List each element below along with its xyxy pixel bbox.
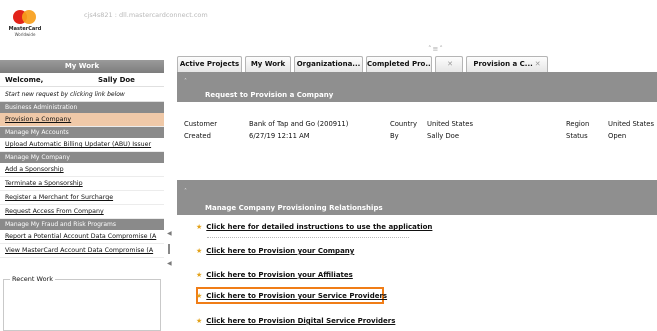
relationships-section-header[interactable]: ˄ Manage Company Provisioning Relationsh… [177, 180, 657, 215]
mastercard-logo: MasterCard Worldwide [6, 8, 44, 37]
link-provision-digital-service-providers[interactable]: ★ Click here to Provision Digital Service… [196, 317, 395, 325]
link-text[interactable]: Click here to Provision your Affiliates [206, 271, 353, 279]
link-provision-affiliates[interactable]: ★ Click here to Provision your Affiliates [196, 271, 353, 279]
region-label: Region [566, 120, 590, 128]
sidebar-item-add-sponsorship[interactable]: Add a Sponsorship [0, 163, 164, 177]
sidebar-item-request-access[interactable]: Request Access From Company [0, 205, 164, 219]
region-value: United States [608, 120, 655, 128]
by-label: By [390, 132, 399, 140]
link-provision-service-providers[interactable]: ★ Click here to Provision your Service Pr… [196, 292, 387, 300]
main-content: ˄ Request to Provision a Company Custome… [177, 72, 657, 331]
tab-bar: Active Projects My Work Organizationa...… [177, 56, 548, 72]
recent-work-box: Recent Work [3, 275, 161, 331]
status-label: Status [566, 132, 588, 140]
sidebar-item-view-adc[interactable]: View MasterCard Account Data Compromise … [0, 244, 164, 258]
sidebar-item-upload-abu-issuer[interactable]: Upload Automatic Billing Updater (ABU) I… [0, 138, 164, 152]
star-icon: ★ [196, 223, 203, 231]
created-value: 6/27/19 12:11 AM [249, 132, 310, 140]
link-instructions[interactable]: ★ Click here for detailed instructions to… [196, 223, 432, 231]
tab-provision-company[interactable]: Provision a C... ✕ [466, 56, 548, 72]
country-label: Country [390, 120, 418, 128]
link-provision-company[interactable]: ★ Click here to Provision your Company [196, 247, 354, 255]
section-manage-company: Manage My Company [0, 152, 164, 163]
chevron-up-icon[interactable]: ˄ [184, 188, 187, 195]
close-icon[interactable]: ✕ [535, 60, 541, 68]
by-value: Sally Doe [427, 132, 460, 140]
panel-resize-handle-icon[interactable]: ˄≡˄ [428, 45, 444, 53]
my-work-header: My Work [0, 60, 164, 73]
tab-label: Organizationa... [296, 60, 361, 68]
section-business-administration: Business Administration [0, 102, 164, 113]
created-label: Created [184, 132, 211, 140]
user-name: Sally Doe [98, 76, 135, 84]
host-label: cjs4s821 : dll.mastercardconnect.com [84, 11, 208, 19]
link-text[interactable]: Click here to Provision your Company [206, 247, 354, 255]
sidebar-item-terminate-sponsorship[interactable]: Terminate a Sponsorship [0, 177, 164, 191]
close-icon[interactable]: ✕ [447, 60, 453, 68]
sidebar-item-provision-company[interactable]: Provision a Company [0, 113, 164, 127]
tab-active-projects[interactable]: Active Projects [177, 56, 242, 72]
tab-label: Provision a C... [473, 60, 533, 68]
link-text[interactable]: Click here to Provision Digital Service … [206, 317, 395, 325]
relationships-section-title: Manage Company Provisioning Relationship… [205, 204, 383, 212]
start-request-hint: Start new request by clicking link below [0, 87, 164, 102]
welcome-label: Welcome, [5, 76, 44, 84]
collapse-left-arrow-icon-2[interactable]: ◀ [167, 260, 172, 267]
section-manage-accounts: Manage My Accounts [0, 127, 164, 138]
recent-work-label: Recent Work [10, 275, 55, 283]
request-section-header[interactable]: ˄ Request to Provision a Company [177, 72, 657, 102]
tab-label: Completed Pro... [367, 60, 432, 68]
sidebar-item-report-adc[interactable]: Report a Potential Account Data Compromi… [0, 230, 164, 244]
dotted-divider [207, 237, 409, 238]
my-work-panel: My Work Welcome, Sally Doe Start new req… [0, 60, 164, 331]
section-fraud-risk: Manage My Fraud and Risk Programs [0, 219, 164, 230]
collapse-left-arrow-icon[interactable]: ◀ [167, 230, 172, 237]
chevron-up-icon[interactable]: ˄ [184, 78, 187, 85]
customer-label: Customer [184, 120, 218, 128]
logo-orange-circle [22, 10, 36, 24]
link-text[interactable]: Click here to Provision your Service Pro… [206, 292, 387, 300]
status-value: Open [608, 132, 627, 140]
tab-completed-projects[interactable]: Completed Pro... [366, 56, 432, 72]
sidebar-item-register-merchant-surcharge[interactable]: Register a Merchant for Surcharge [0, 191, 164, 205]
country-value: United States [427, 120, 474, 128]
tab-label: Active Projects [179, 60, 240, 68]
welcome-row: Welcome, Sally Doe [0, 73, 164, 87]
splitter-handle[interactable] [168, 244, 170, 254]
star-icon: ★ [196, 292, 203, 300]
star-icon: ★ [196, 271, 203, 279]
customer-value: Bank of Tap and Go (200911) [249, 120, 349, 128]
tab-my-work[interactable]: My Work [245, 56, 291, 72]
tab-blank[interactable]: ✕ [435, 56, 463, 72]
logo-subtext: Worldwide [14, 32, 36, 37]
star-icon: ★ [196, 317, 203, 325]
tab-label: My Work [250, 60, 286, 68]
link-text[interactable]: Click here for detailed instructions to … [206, 223, 432, 231]
star-icon: ★ [196, 247, 203, 255]
request-section-title: Request to Provision a Company [205, 91, 334, 99]
tab-organizational[interactable]: Organizationa... [294, 56, 363, 72]
